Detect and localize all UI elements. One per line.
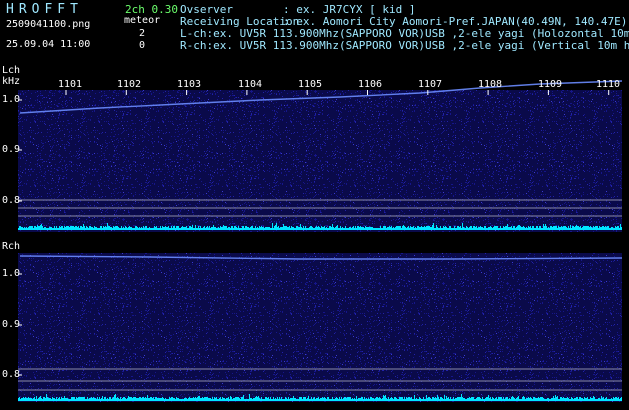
time-tick-1109: 1109 [538, 79, 563, 90]
lch-tick-0-9: 0.9 [2, 144, 21, 155]
lch-tick-1-0: 1.0 [2, 94, 21, 105]
rch-tick-1-0: 1.0 [2, 268, 21, 279]
noise-panel [18, 90, 622, 232]
time-tick-1101: 1101 [58, 79, 83, 90]
meteor-label: meteor [124, 15, 161, 26]
lch-label: Lch [2, 65, 21, 76]
spectrogram-display [18, 80, 623, 402]
meteor-count-lch: 2 [139, 28, 146, 39]
spectrogram-noise [18, 90, 622, 402]
datetime-label: 25.09.04 11:00 [6, 39, 91, 50]
time-tick-1107: 1107 [418, 79, 443, 90]
time-tick-1110: 1110 [596, 79, 621, 90]
location-value: : ex. Aomori City Aomori-Pref.JAPAN(40.4… [283, 15, 628, 28]
lch-tick-0-8: 0.8 [2, 195, 21, 206]
time-tick-1102: 1102 [117, 79, 142, 90]
time-tick-1106: 1106 [358, 79, 383, 90]
time-tick-1104: 1104 [238, 79, 263, 90]
time-tick-1108: 1108 [478, 79, 503, 90]
mode-label: 2ch 0.30 [125, 3, 178, 16]
lch-receiver-info: L-ch:ex. UV5R 113.900Mhz(SAPPORO VOR)USB… [180, 27, 629, 40]
hrofft-window: HROFFT 2ch 0.30 2509041100.png 25.09.04 … [0, 0, 629, 410]
lch-unit-label: kHz [2, 76, 21, 87]
observer-label: Ovserver [180, 3, 233, 16]
meteor-count-rch: 0 [139, 40, 146, 51]
noise-panel [18, 253, 622, 402]
observer-value: : ex. JR7CYX [ kid ] [283, 3, 416, 16]
rch-receiver-info: R-ch:ex. UV5R 113.900Mhz(SAPPORO VOR)USB… [180, 39, 629, 52]
time-tick-1105: 1105 [298, 79, 323, 90]
rch-tick-0-9: 0.9 [2, 319, 21, 330]
rch-tick-0-8: 0.8 [2, 369, 21, 380]
app-title: HROFFT [6, 2, 83, 17]
time-tick-1103: 1103 [177, 79, 202, 90]
filename-label: 2509041100.png [6, 19, 91, 30]
rch-label: Rch [2, 241, 21, 252]
location-label: Receiving Location [180, 15, 300, 28]
